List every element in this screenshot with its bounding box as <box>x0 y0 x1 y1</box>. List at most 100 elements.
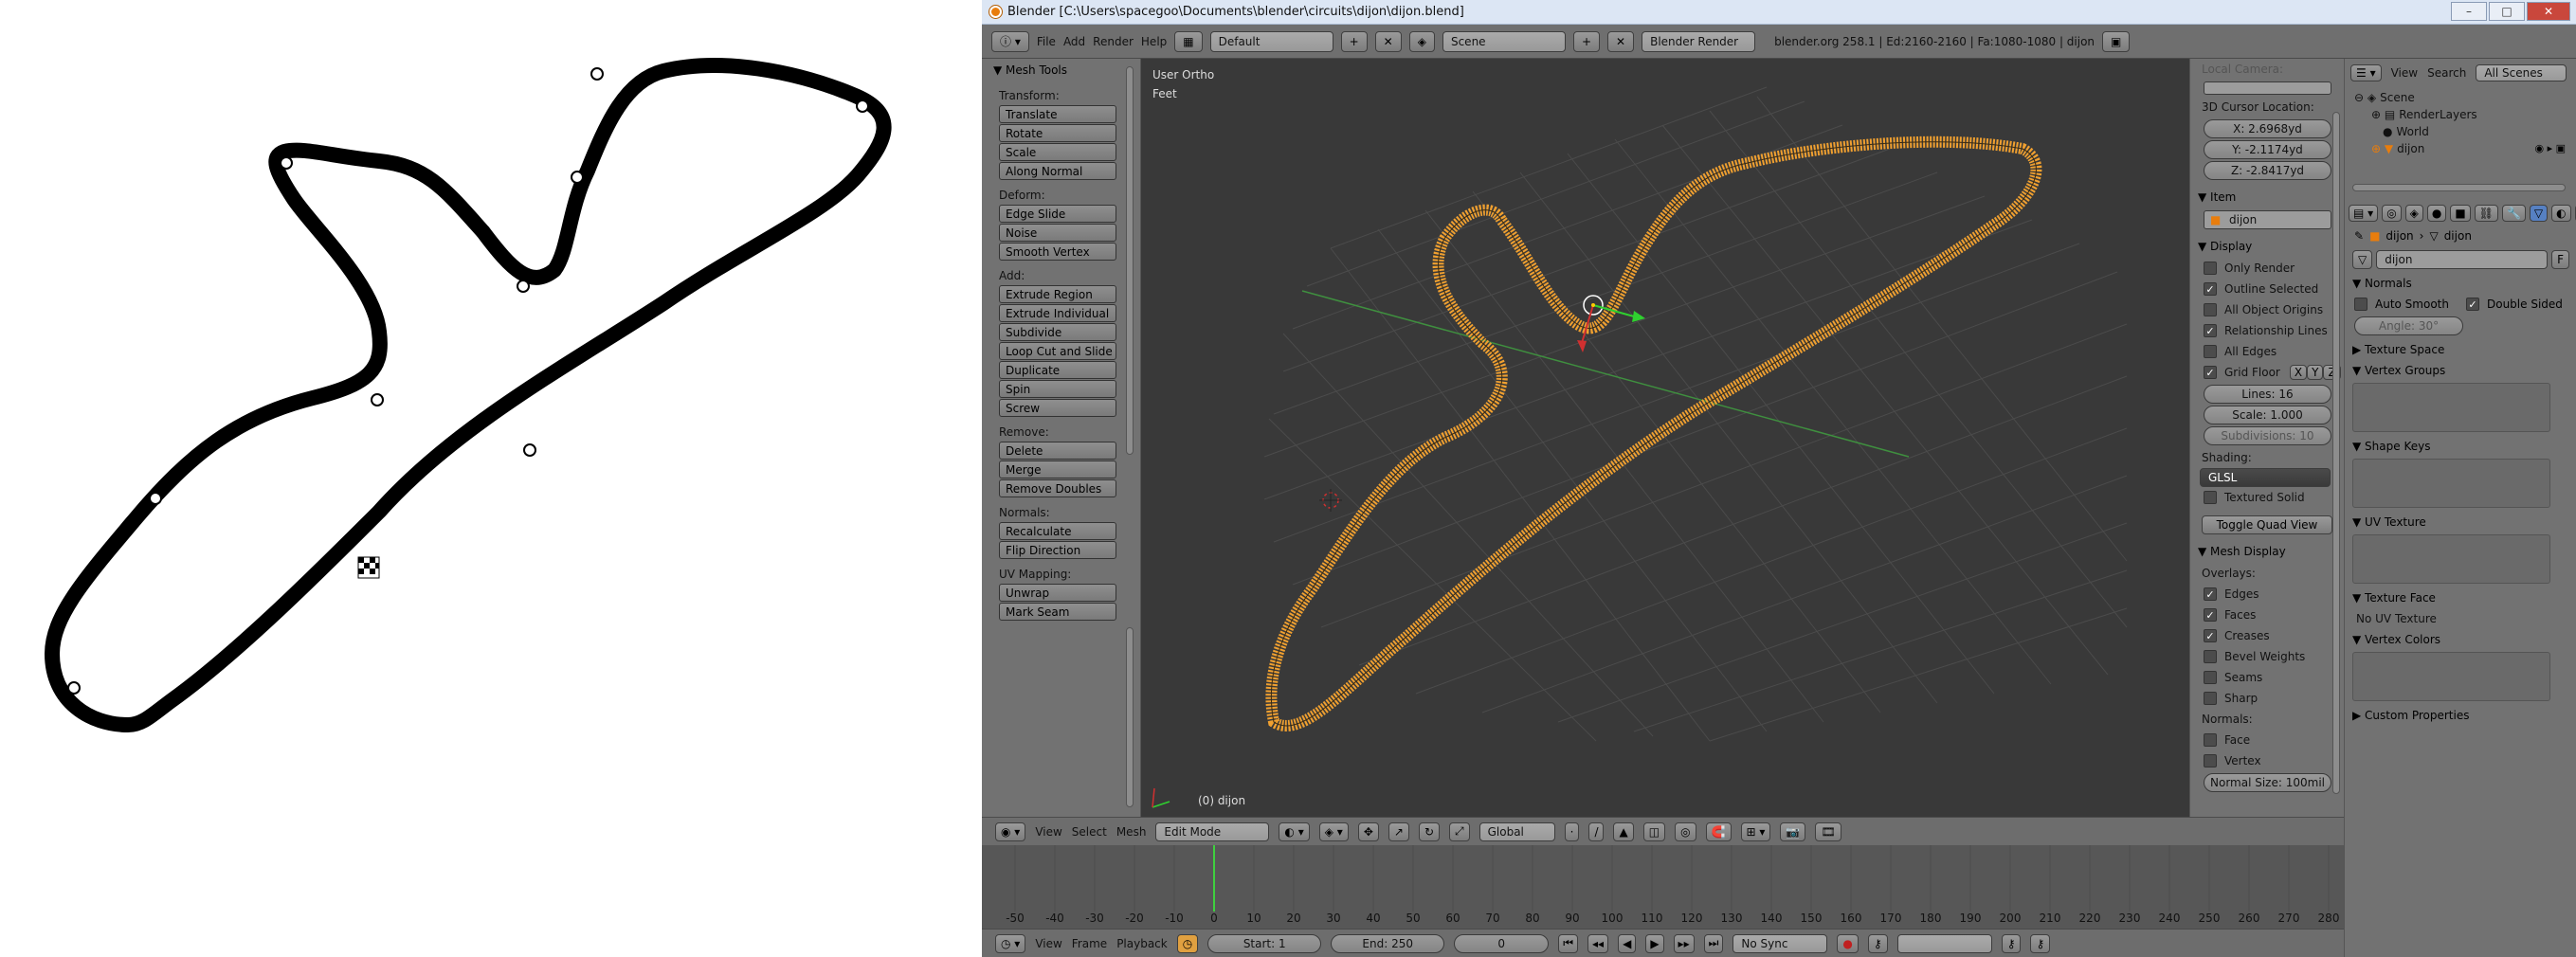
editor-type-info-button[interactable]: ⓘ ▾ <box>991 30 1029 52</box>
render-tab-icon[interactable]: ◎ <box>2382 205 2402 222</box>
opengl-anim-button[interactable]: 🎞 <box>1815 822 1841 841</box>
start-frame-field[interactable]: Start: 1 <box>1207 933 1322 953</box>
maximize-button[interactable]: □ <box>2489 2 2525 21</box>
snap-button[interactable]: 🧲 <box>1705 822 1732 841</box>
auto-keyframe-record-icon[interactable]: ● <box>1837 933 1859 953</box>
normals-panel-header[interactable]: ▼ Normals <box>2345 273 2576 294</box>
vertex-colors-header[interactable]: ▼ Vertex Colors <box>2345 629 2576 650</box>
seams-checkbox[interactable] <box>2204 671 2217 684</box>
vertex-groups-list[interactable] <box>2352 383 2550 432</box>
scale-manipulator-button[interactable]: ⤢ <box>1449 822 1470 841</box>
vertex-checkbox[interactable] <box>2204 754 2217 767</box>
tool-button-translate[interactable]: Translate <box>999 105 1116 123</box>
pin-icon[interactable]: ✎ <box>2354 229 2364 243</box>
sync-mode-selector[interactable]: No Sync <box>1732 933 1828 953</box>
uv-texture-list[interactable] <box>2352 534 2550 584</box>
3d-view-editor-type-button[interactable]: ◉ ▾ <box>995 822 1026 841</box>
track-mesh[interactable] <box>1265 135 2042 731</box>
texture-face-header[interactable]: ▼ Texture Face <box>2345 587 2576 608</box>
fake-user-button[interactable]: F <box>2551 250 2569 269</box>
grid-subdivisions-field[interactable]: Subdivisions: 10 <box>2204 426 2331 445</box>
grid-lines-field[interactable]: Lines: 16 <box>2204 385 2331 404</box>
material-tab-icon[interactable]: ◐ <box>2551 205 2571 222</box>
all-object-origins-row[interactable]: All Object Origins <box>2190 299 2343 320</box>
world-tab-icon[interactable]: ● <box>2426 205 2447 222</box>
add-scene-button[interactable]: + <box>1572 30 1601 52</box>
grid-axis-y-button[interactable]: Y <box>2307 365 2324 380</box>
vertex-row[interactable]: Vertex <box>2190 750 2343 771</box>
timeline-area[interactable]: -50 -40 -30 -20 -10 0 10 20 30 40 50 60 70 80 90 100 110… <box>982 845 2344 929</box>
timeline-menu-frame[interactable]: Frame <box>1072 937 1107 950</box>
seams-row[interactable]: Seams <box>2190 667 2343 688</box>
bevel-weights-checkbox[interactable] <box>2204 650 2217 663</box>
tool-button-screw[interactable]: Screw <box>999 399 1116 417</box>
rotate-manipulator-button[interactable]: ↻ <box>1418 822 1440 841</box>
3d-viewport[interactable]: User Ortho Feet (0) dijon <box>1141 59 2189 817</box>
all-edges-row[interactable]: All Edges <box>2190 341 2343 362</box>
transform-orientation-selector[interactable]: Global <box>1478 822 1555 841</box>
tool-button-loop-cut-and-slide[interactable]: Loop Cut and Slide <box>999 342 1116 360</box>
tool-shelf-header[interactable]: ▼ Mesh Tools <box>982 59 1140 81</box>
tool-button-unwrap[interactable]: Unwrap <box>999 584 1116 602</box>
uv-texture-header[interactable]: ▼ UV Texture <box>2345 512 2576 533</box>
faces-row[interactable]: ✓ Faces <box>2190 605 2343 625</box>
tool-shelf-scrollbar[interactable] <box>1126 66 1134 455</box>
mesh-name-field[interactable]: dijon <box>2376 250 2549 269</box>
shape-keys-header[interactable]: ▼ Shape Keys <box>2345 436 2576 457</box>
tool-button-flip-direction[interactable]: Flip Direction <box>999 541 1116 559</box>
timeline-menu-playback[interactable]: Playback <box>1116 937 1168 950</box>
relationship-lines-checkbox[interactable]: ✓ <box>2204 324 2217 337</box>
insert-keyframe-icon[interactable]: ⚷ <box>2001 933 2022 953</box>
edges-checkbox[interactable]: ✓ <box>2204 587 2217 601</box>
display-panel-header[interactable]: ▼ Display <box>2190 235 2343 258</box>
sharp-checkbox[interactable] <box>2204 692 2217 705</box>
menu-render[interactable]: Render <box>1093 35 1134 48</box>
delete-keyframe-icon[interactable]: ⚷ <box>2030 933 2051 953</box>
minimize-button[interactable]: – <box>2451 2 2487 21</box>
screen-icon[interactable]: ▣ <box>2102 30 2131 52</box>
custom-properties-header[interactable]: ▶ Custom Properties <box>2345 705 2576 726</box>
outliner-hscrollbar[interactable] <box>2352 184 2566 191</box>
tool-button-remove-doubles[interactable]: Remove Doubles <box>999 479 1116 497</box>
all-object-origins-checkbox[interactable] <box>2204 303 2217 316</box>
outliner-menu-search[interactable]: Search <box>2427 66 2466 80</box>
double-sided-checkbox[interactable]: ✓ <box>2465 298 2479 311</box>
mesh-display-header[interactable]: ▼ Mesh Display <box>2190 540 2343 563</box>
jump-start-icon[interactable]: ⏮ <box>1558 933 1579 953</box>
outliner-item-renderlayers[interactable]: ⊕ ▤ RenderLayers <box>2371 108 2477 121</box>
timeline-menu-view[interactable]: View <box>1035 937 1061 950</box>
keying-set-field[interactable] <box>1896 933 1992 953</box>
outliner-editor-type-button[interactable]: ☰ ▾ <box>2350 64 2382 81</box>
face-checkbox[interactable] <box>2204 733 2217 747</box>
outline-selected-checkbox[interactable]: ✓ <box>2204 282 2217 296</box>
outliner-item-scene[interactable]: ⊖ ◈ Scene <box>2354 91 2415 104</box>
textured-solid-checkbox[interactable] <box>2204 491 2217 504</box>
next-keyframe-icon[interactable]: ▸▸ <box>1673 933 1695 953</box>
current-frame-field[interactable]: 0 <box>1454 933 1550 953</box>
edges-row[interactable]: ✓ Edges <box>2190 584 2343 605</box>
menu-add[interactable]: Add <box>1063 35 1085 48</box>
grid-floor-row[interactable]: ✓Grid Floor X Y Z <box>2190 362 2343 383</box>
creases-checkbox[interactable]: ✓ <box>2204 629 2217 642</box>
opengl-render-button[interactable]: 📷 <box>1780 822 1806 841</box>
layout-icon[interactable]: ▦ <box>1174 30 1203 52</box>
modifiers-tab-icon[interactable]: 🔧 <box>2501 205 2526 222</box>
auto-smooth-checkbox[interactable] <box>2354 298 2367 311</box>
close-button[interactable]: ✕ <box>2527 2 2570 21</box>
scene-selector[interactable]: Scene <box>1442 30 1566 52</box>
play-reverse-icon[interactable]: ◀ <box>1618 933 1637 953</box>
creases-row[interactable]: ✓ Creases <box>2190 625 2343 646</box>
toggle-quad-view-button[interactable]: Toggle Quad View <box>2202 515 2332 534</box>
outliner-menu-view[interactable]: View <box>2391 66 2418 80</box>
translate-manipulator-button[interactable]: ↗ <box>1388 822 1409 841</box>
play-icon[interactable]: ▶ <box>1645 933 1664 953</box>
cursor-x-field[interactable]: X: 2.6968yd <box>2204 119 2331 138</box>
keying-set-icon[interactable]: ⚷ <box>1867 933 1888 953</box>
viewport-canvas[interactable] <box>1141 59 2189 817</box>
snap-element-button[interactable]: ⊞ ▾ <box>1740 822 1771 841</box>
grid-scale-field[interactable]: Scale: 1.000 <box>2204 406 2331 424</box>
visibility-icons[interactable]: ◉ ▸ ▣ <box>2534 142 2566 154</box>
end-frame-field[interactable]: End: 250 <box>1331 933 1445 953</box>
tool-button-spin[interactable]: Spin <box>999 380 1116 398</box>
view3d-menu-mesh[interactable]: Mesh <box>1116 825 1147 839</box>
